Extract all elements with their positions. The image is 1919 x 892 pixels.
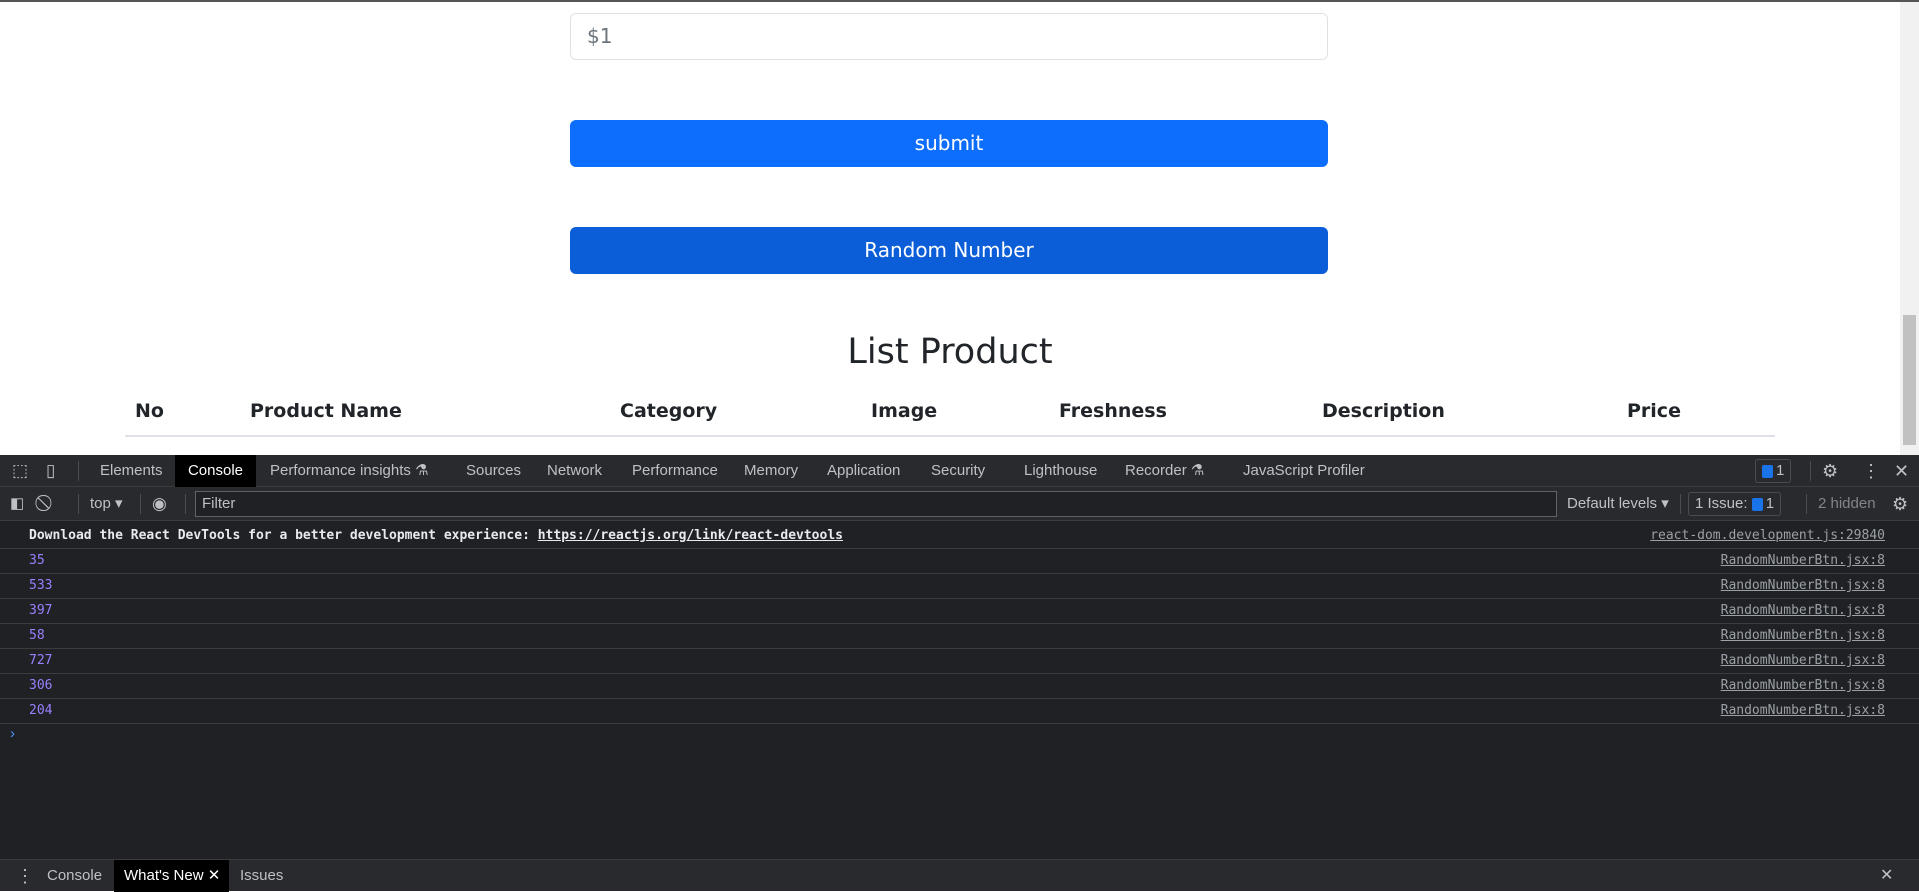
source-link[interactable]: RandomNumberBtn.jsx:8 bbox=[1721, 649, 1885, 673]
col-image: Image bbox=[871, 400, 938, 422]
console-message: Download the React DevTools for a better… bbox=[0, 524, 1919, 549]
console-log-row: 58 RandomNumberBtn.jsx:8 bbox=[0, 624, 1919, 649]
filter-input[interactable]: Filter bbox=[195, 491, 1557, 517]
console-toolbar: ◧ ⃠ top ▾ ◉ Filter Default levels ▾ 1 Is… bbox=[0, 487, 1919, 521]
tab-performance-insights[interactable]: Performance insights ⚗ bbox=[270, 455, 429, 487]
col-price: Price bbox=[1627, 400, 1681, 422]
close-devtools-icon[interactable]: ✕ bbox=[1894, 455, 1909, 487]
message-icon bbox=[1762, 464, 1773, 478]
devtools-panel: ⬚ ▯ Elements Console Performance insight… bbox=[0, 455, 1919, 892]
tab-console[interactable]: Console bbox=[175, 455, 256, 487]
source-link[interactable]: RandomNumberBtn.jsx:8 bbox=[1721, 549, 1885, 573]
log-value: 35 bbox=[29, 553, 45, 568]
console-prompt-icon[interactable]: › bbox=[10, 725, 15, 742]
drawer-tab-issues[interactable]: Issues bbox=[240, 860, 283, 892]
tab-sources[interactable]: Sources bbox=[466, 455, 521, 487]
drawer-tabbar: ⋮ Console What's New ✕ Issues ✕ bbox=[0, 859, 1919, 892]
table-header-border bbox=[125, 435, 1775, 437]
log-value: 727 bbox=[29, 653, 53, 668]
log-levels-dropdown[interactable]: Default levels ▾ bbox=[1567, 487, 1669, 521]
log-value: 533 bbox=[29, 578, 53, 593]
console-log-row: 306 RandomNumberBtn.jsx:8 bbox=[0, 674, 1919, 699]
settings-gear-icon[interactable]: ⚙ bbox=[1822, 455, 1838, 487]
tab-memory[interactable]: Memory bbox=[744, 455, 798, 487]
tab-recorder[interactable]: Recorder ⚗ bbox=[1125, 455, 1204, 487]
tab-security[interactable]: Security bbox=[931, 455, 985, 487]
tab-network[interactable]: Network bbox=[547, 455, 602, 487]
hidden-count: 2 hidden bbox=[1818, 495, 1876, 512]
source-link[interactable]: RandomNumberBtn.jsx:8 bbox=[1721, 699, 1885, 723]
react-devtools-link[interactable]: https://reactjs.org/link/react-devtools bbox=[538, 528, 843, 543]
flask-icon: ⚗ bbox=[415, 462, 429, 479]
col-freshness: Freshness bbox=[1059, 400, 1167, 422]
source-link[interactable]: react-dom.development.js:29840 bbox=[1650, 524, 1885, 548]
submit-button[interactable]: submit bbox=[570, 120, 1328, 167]
console-log-row: 533 RandomNumberBtn.jsx:8 bbox=[0, 574, 1919, 599]
console-log-row: 397 RandomNumberBtn.jsx:8 bbox=[0, 599, 1919, 624]
close-drawer-icon[interactable]: ✕ bbox=[1880, 860, 1893, 892]
log-value: 204 bbox=[29, 703, 53, 718]
web-page: $1 submit Random Number List Product No … bbox=[0, 0, 1919, 457]
tab-javascript-profiler[interactable]: JavaScript Profiler bbox=[1243, 455, 1365, 487]
tab-application[interactable]: Application bbox=[827, 455, 900, 487]
inspect-element-icon[interactable]: ⬚ bbox=[12, 455, 28, 487]
message-icon bbox=[1751, 497, 1763, 511]
close-tab-icon[interactable]: ✕ bbox=[208, 867, 221, 884]
devtools-tabbar: ⬚ ▯ Elements Console Performance insight… bbox=[0, 455, 1919, 487]
source-link[interactable]: RandomNumberBtn.jsx:8 bbox=[1721, 624, 1885, 648]
console-log-row: 204 RandomNumberBtn.jsx:8 bbox=[0, 699, 1919, 724]
live-expression-eye-icon[interactable]: ◉ bbox=[152, 487, 167, 521]
random-number-button[interactable]: Random Number bbox=[570, 227, 1328, 274]
source-link[interactable]: RandomNumberBtn.jsx:8 bbox=[1721, 599, 1885, 623]
issues-badge[interactable]: 1 bbox=[1755, 459, 1792, 483]
tab-performance[interactable]: Performance bbox=[632, 455, 718, 487]
col-no: No bbox=[135, 400, 164, 422]
price-input[interactable]: $1 bbox=[570, 13, 1328, 60]
console-settings-icon[interactable]: ⚙ bbox=[1892, 487, 1908, 521]
drawer-tab-console[interactable]: Console bbox=[47, 860, 102, 892]
log-value: 306 bbox=[29, 678, 53, 693]
source-link[interactable]: RandomNumberBtn.jsx:8 bbox=[1721, 674, 1885, 698]
tab-elements[interactable]: Elements bbox=[100, 455, 163, 487]
col-product-name: Product Name bbox=[250, 400, 402, 422]
device-toggle-icon[interactable]: ▯ bbox=[46, 455, 55, 487]
console-log-row: 727 RandomNumberBtn.jsx:8 bbox=[0, 649, 1919, 674]
drawer-menu-icon[interactable]: ⋮ bbox=[16, 860, 34, 892]
log-value: 397 bbox=[29, 603, 53, 618]
tab-lighthouse[interactable]: Lighthouse bbox=[1024, 455, 1097, 487]
list-product-heading: List Product bbox=[847, 332, 1053, 372]
issues-button[interactable]: 1 Issue: 1 bbox=[1688, 492, 1782, 516]
flask-icon: ⚗ bbox=[1190, 462, 1205, 479]
sidebar-toggle-icon[interactable]: ◧ bbox=[10, 487, 24, 521]
scrollbar-thumb[interactable] bbox=[1903, 315, 1916, 445]
source-link[interactable]: RandomNumberBtn.jsx:8 bbox=[1721, 574, 1885, 598]
log-value: 58 bbox=[29, 628, 45, 643]
context-selector[interactable]: top ▾ bbox=[90, 487, 123, 521]
col-category: Category bbox=[620, 400, 718, 422]
col-description: Description bbox=[1322, 400, 1445, 422]
console-log-row: 35 RandomNumberBtn.jsx:8 bbox=[0, 549, 1919, 574]
drawer-tab-whats-new[interactable]: What's New ✕ bbox=[114, 860, 229, 892]
more-options-icon[interactable]: ⋮ bbox=[1862, 455, 1880, 487]
